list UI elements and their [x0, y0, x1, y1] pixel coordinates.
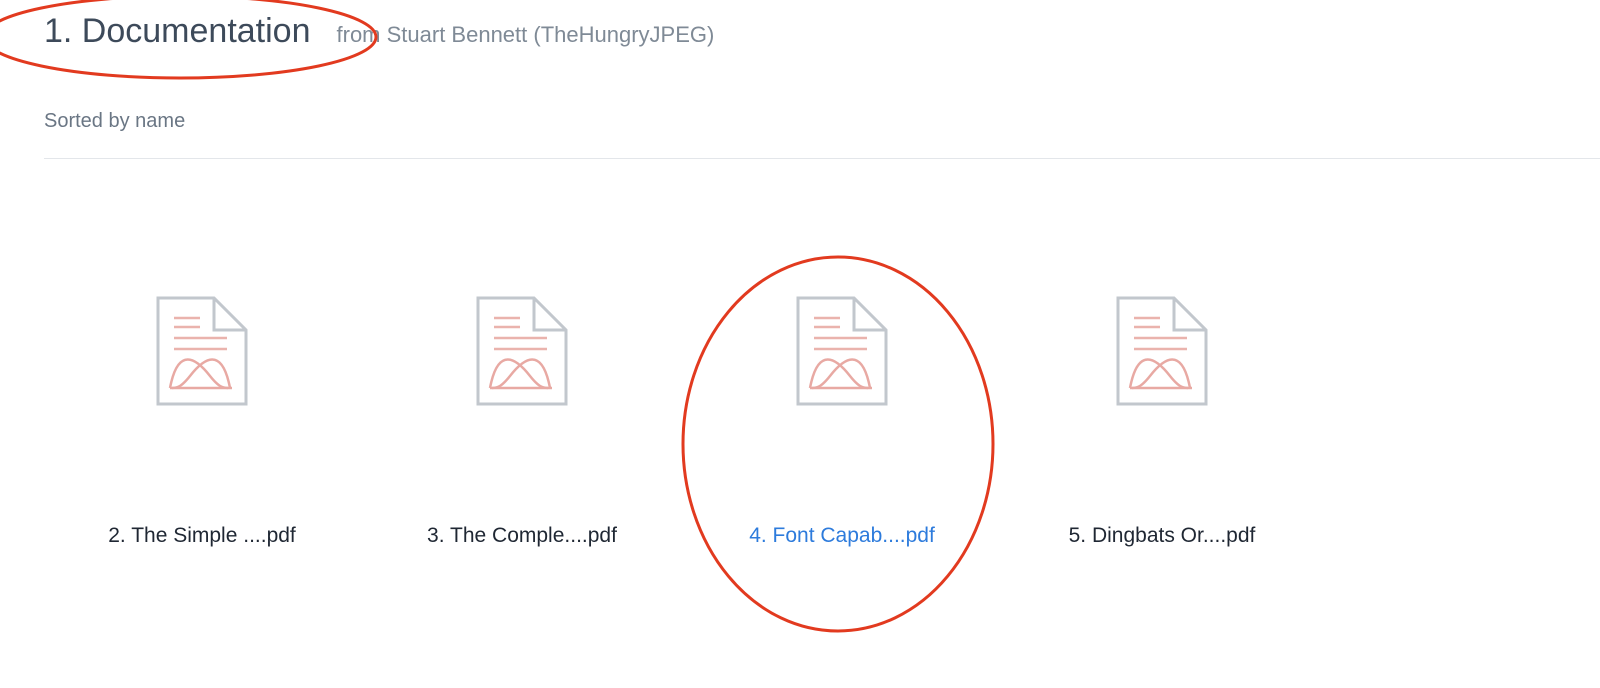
pdf-file-icon [796, 296, 888, 406]
file-tile[interactable]: 5. Dingbats Or....pdf [1032, 296, 1292, 576]
file-name[interactable]: 3. The Comple....pdf [392, 524, 652, 548]
file-tile[interactable]: 3. The Comple....pdf [392, 296, 652, 576]
file-tile[interactable]: 4. Font Capab....pdf [712, 296, 972, 576]
file-grid: 2. The Simple ....pdf 3. The Comple....p… [0, 0, 1600, 688]
pdf-file-icon [156, 296, 248, 406]
file-name[interactable]: 5. Dingbats Or....pdf [1032, 524, 1292, 548]
file-name[interactable]: 2. The Simple ....pdf [72, 524, 332, 548]
pdf-file-icon [476, 296, 568, 406]
pdf-file-icon [1116, 296, 1208, 406]
file-tile[interactable]: 2. The Simple ....pdf [72, 296, 332, 576]
file-name[interactable]: 4. Font Capab....pdf [712, 524, 972, 548]
